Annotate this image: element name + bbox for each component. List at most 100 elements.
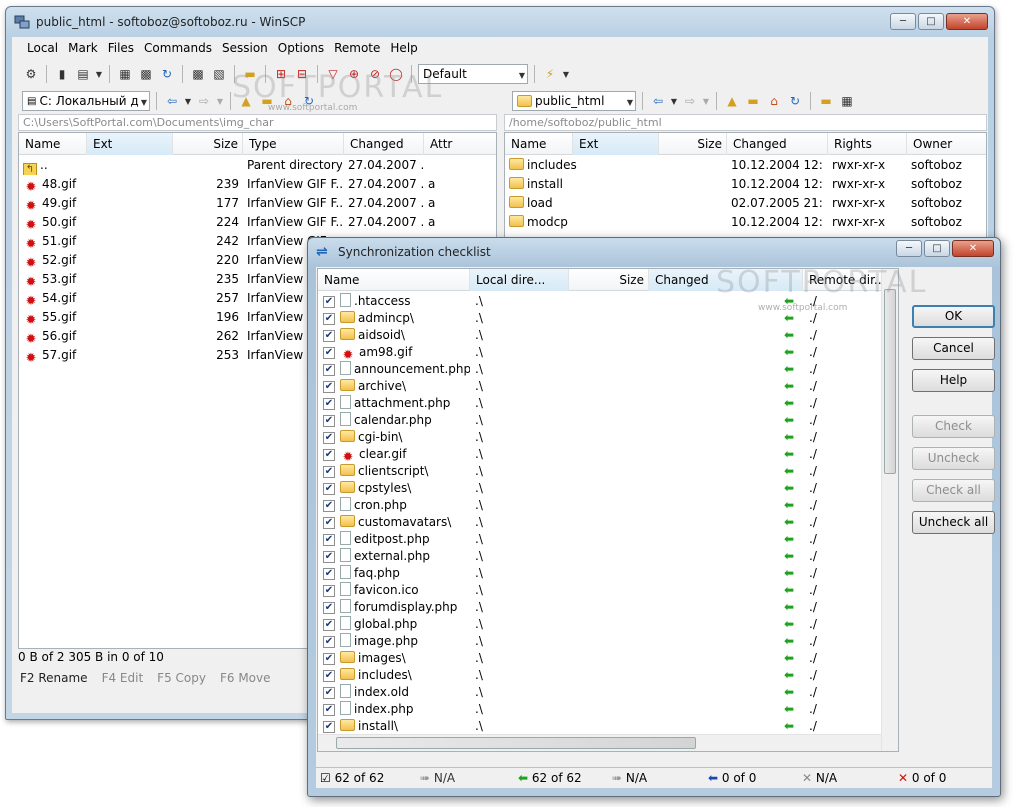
uncheck-button[interactable]: Uncheck [912, 447, 995, 470]
list-item[interactable]: ✔ ✹ clear.gif .\ ⬅ ./ [318, 446, 881, 463]
refresh-icon[interactable]: ↻ [786, 92, 804, 110]
checkbox[interactable]: ✔ [323, 568, 335, 580]
column-remote-dir[interactable]: Remote dir... [803, 269, 883, 291]
edit-button[interactable]: F4 Edit [102, 671, 144, 685]
back-icon[interactable]: ⇦ [649, 92, 667, 110]
forward-icon[interactable]: ⇨ [195, 92, 213, 110]
table-row[interactable]: ✹ 49.gif 177 IrfanView GIF F... 27.04.2007 .… [19, 194, 496, 213]
list-item[interactable]: ✔ favicon.ico .\ ⬅ ./ [318, 582, 881, 599]
checkbox[interactable]: ✔ [323, 398, 335, 410]
local-path-bar[interactable]: C:\Users\SoftPortal.com\Documents\img_ch… [18, 114, 497, 131]
checkbox[interactable]: ✔ [323, 636, 335, 648]
checkbox[interactable]: ✔ [323, 704, 335, 716]
menu-remote[interactable]: Remote [329, 41, 385, 55]
menu-local[interactable]: Local [22, 41, 63, 55]
table-row[interactable]: includes 10.12.2004 12:5... rwxr-xr-x softo… [505, 156, 986, 175]
checkbox[interactable]: ✔ [323, 432, 335, 444]
list-item[interactable]: ✔ install\ .\ ⬅ ./ [318, 718, 881, 735]
checkbox[interactable]: ✔ [323, 585, 335, 597]
checklist-list[interactable]: Name Local dire... Size Changed Remote d… [317, 268, 899, 752]
table-row[interactable]: install 10.12.2004 12:5... rwxr-xr-x softob… [505, 175, 986, 194]
list-item[interactable]: ✔ index.old .\ ⬅ ./ [318, 684, 881, 701]
column-ext[interactable]: Ext [573, 133, 659, 155]
rename-button[interactable]: F2 Rename [20, 671, 88, 685]
checkbox[interactable]: ✔ [323, 364, 335, 376]
column-owner[interactable]: Owner [907, 133, 986, 155]
refresh-icon[interactable]: ↻ [158, 65, 176, 83]
remote-path-bar[interactable]: /home/softoboz/public_html [504, 114, 987, 131]
column-attr[interactable]: Attr [424, 133, 496, 155]
list-item[interactable]: ✔ ✹ am98.gif .\ ⬅ ./ [318, 344, 881, 361]
gear-icon[interactable]: ⚙ [22, 65, 40, 83]
list-item[interactable]: ✔ attachment.php .\ ⬅ ./ [318, 395, 881, 412]
maximize-button[interactable]: □ [924, 240, 950, 257]
column-size[interactable]: Size [659, 133, 727, 155]
scrollbar-thumb[interactable] [336, 737, 696, 749]
list-item[interactable]: ✔ image.php .\ ⬅ ./ [318, 633, 881, 650]
list-item[interactable]: ✔ images\ .\ ⬅ ./ [318, 650, 881, 667]
checkbox[interactable]: ✔ [323, 670, 335, 682]
parent-dir-icon[interactable]: ▲ [723, 92, 741, 110]
synchronize-icon[interactable]: ▩ [137, 65, 155, 83]
checkbox[interactable]: ✔ [323, 381, 335, 393]
list-item[interactable]: ✔ archive\ .\ ⬅ ./ [318, 378, 881, 395]
help-button[interactable]: Help [912, 369, 995, 392]
column-name[interactable]: Name [505, 133, 573, 155]
list-item[interactable]: ✔ cpstyles\ .\ ⬅ ./ [318, 480, 881, 497]
table-row[interactable]: ✹ 48.gif 239 IrfanView GIF F... 27.04.2007 .… [19, 175, 496, 194]
list-item[interactable]: ✔ announcement.php .\ ⬅ ./ [318, 361, 881, 378]
list-item[interactable]: ✔ forumdisplay.php .\ ⬅ ./ [318, 599, 881, 616]
column-name[interactable]: Name [19, 133, 87, 155]
select-minus-icon[interactable]: ⊟ [293, 65, 311, 83]
folder-icon[interactable]: ▬ [241, 65, 259, 83]
root-dir-icon[interactable]: ▬ [258, 92, 276, 110]
clear-icon[interactable]: ◯ [387, 65, 405, 83]
dropdown-arrow-icon[interactable]: ▼ [670, 92, 678, 110]
close-button[interactable]: ✕ [946, 13, 988, 30]
column-name[interactable]: Name [318, 269, 470, 291]
column-local-dir[interactable]: Local dire... [470, 269, 569, 291]
back-icon[interactable]: ⇦ [163, 92, 181, 110]
list-item[interactable]: ✔ global.php .\ ⬅ ./ [318, 616, 881, 633]
move-button[interactable]: F6 Move [220, 671, 271, 685]
maximize-button[interactable]: □ [918, 13, 944, 30]
minimize-button[interactable]: ─ [890, 13, 916, 30]
column-rights[interactable]: Rights [828, 133, 907, 155]
list-item[interactable]: ✔ customavatars\ .\ ⬅ ./ [318, 514, 881, 531]
scrollbar-thumb[interactable] [884, 289, 896, 474]
checkbox[interactable]: ✔ [323, 466, 335, 478]
checkbox[interactable]: ✔ [323, 415, 335, 427]
cancel-button[interactable]: Cancel [912, 337, 995, 360]
filter-icon[interactable]: ▽ [324, 65, 342, 83]
checkbox[interactable]: ✔ [323, 534, 335, 546]
table-row[interactable]: modcp 10.12.2004 12:5... rwxr-xr-x softoboz [505, 213, 986, 232]
list-item[interactable]: ✔ cgi-bin\ .\ ⬅ ./ [318, 429, 881, 446]
list-item[interactable]: ✔ faq.php .\ ⬅ ./ [318, 565, 881, 582]
checkbox[interactable]: ✔ [323, 347, 335, 359]
checkbox[interactable]: ✔ [323, 483, 335, 495]
list-item[interactable]: ✔ calendar.php .\ ⬅ ./ [318, 412, 881, 429]
check-button[interactable]: Check [912, 415, 995, 438]
uncheck-all-button[interactable]: Uncheck all [912, 511, 995, 534]
list-item[interactable]: ✔ index.php .\ ⬅ ./ [318, 701, 881, 718]
list-item[interactable]: ✔ cron.php .\ ⬅ ./ [318, 497, 881, 514]
check-all-button[interactable]: Check all [912, 479, 995, 502]
dropdown-arrow-icon[interactable]: ▼ [95, 65, 103, 83]
checkbox[interactable]: ✔ [323, 296, 335, 308]
forward-icon[interactable]: ⇨ [681, 92, 699, 110]
checkbox[interactable]: ✔ [323, 517, 335, 529]
horizontal-scrollbar[interactable] [318, 734, 881, 751]
compare-icon[interactable]: ▦ [116, 65, 134, 83]
new-folder-icon[interactable]: ▬ [817, 92, 835, 110]
checkbox[interactable]: ✔ [323, 653, 335, 665]
checkbox[interactable]: ✔ [323, 500, 335, 512]
local-drive-combo[interactable]: ▤ C: Локальный д ▼ [22, 91, 150, 111]
checkbox[interactable]: ✔ [323, 449, 335, 461]
dropdown-arrow-icon[interactable]: ▼ [562, 65, 570, 83]
dropdown-arrow-icon[interactable]: ▼ [184, 92, 192, 110]
menu-mark[interactable]: Mark [63, 41, 103, 55]
session-combo[interactable]: Default ▼ [418, 64, 528, 84]
checkbox[interactable]: ✔ [323, 313, 335, 325]
close-button[interactable]: ✕ [952, 240, 994, 257]
vertical-scrollbar[interactable] [881, 269, 898, 751]
